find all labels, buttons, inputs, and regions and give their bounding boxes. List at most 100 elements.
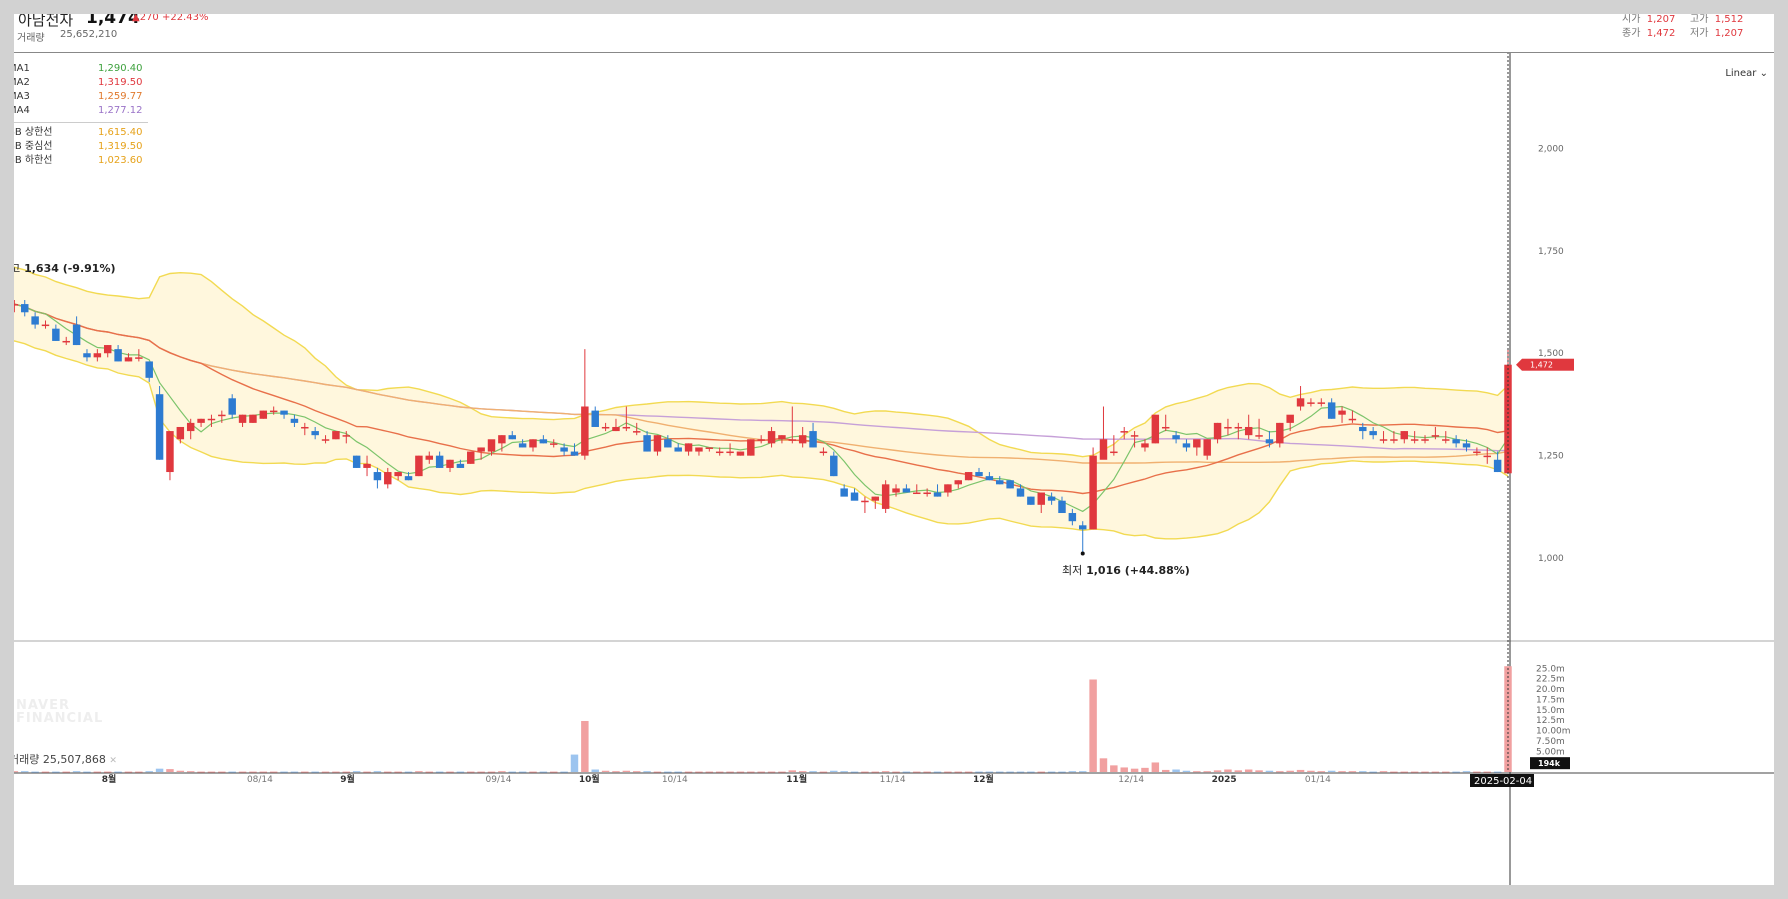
volume-bar[interactable]	[1442, 771, 1450, 773]
candle-body[interactable]	[1110, 451, 1118, 454]
volume-bar[interactable]	[415, 771, 423, 773]
volume-bar[interactable]	[726, 771, 734, 773]
volume-bar[interactable]	[560, 771, 568, 773]
volume-bar[interactable]	[1006, 771, 1014, 773]
candle-body[interactable]	[52, 328, 60, 341]
candle-body[interactable]	[1182, 443, 1191, 448]
volume-bar[interactable]	[301, 771, 309, 773]
volume-bar[interactable]	[487, 771, 496, 773]
candle-body[interactable]	[798, 435, 807, 444]
candle-body[interactable]	[736, 451, 745, 456]
candle-body[interactable]	[1359, 426, 1367, 432]
candle-body[interactable]	[467, 451, 475, 464]
volume-bar[interactable]	[290, 771, 299, 773]
volume-bar[interactable]	[1120, 767, 1128, 772]
volume-bar[interactable]	[435, 771, 444, 773]
candle-body[interactable]	[197, 418, 205, 423]
volume-bar[interactable]	[871, 771, 880, 773]
candle-body[interactable]	[1276, 422, 1284, 444]
volume-bar[interactable]	[1161, 769, 1170, 772]
candle-body[interactable]	[1493, 459, 1502, 473]
candle-body[interactable]	[861, 500, 869, 503]
candle-body[interactable]	[1265, 439, 1274, 444]
volume-bar[interactable]	[1193, 771, 1201, 773]
candle-body[interactable]	[788, 439, 797, 441]
candle-body[interactable]	[363, 463, 371, 468]
candle-body[interactable]	[622, 426, 631, 429]
volume-bar[interactable]	[394, 771, 402, 773]
volume-bar[interactable]	[259, 771, 268, 773]
volume-bar[interactable]	[197, 771, 205, 773]
volume-bar[interactable]	[311, 771, 319, 773]
volume-bar[interactable]	[1234, 770, 1243, 772]
candle-body[interactable]	[1338, 410, 1346, 415]
volume-bar[interactable]	[83, 771, 91, 773]
volume-bar[interactable]	[176, 770, 185, 772]
candle-body[interactable]	[114, 349, 122, 362]
volume-bar[interactable]	[1068, 771, 1077, 773]
volume-bar[interactable]	[1462, 771, 1471, 773]
volume-bar[interactable]	[269, 771, 278, 773]
candle-body[interactable]	[1068, 513, 1077, 522]
candle-body[interactable]	[643, 435, 651, 452]
volume-bar[interactable]	[664, 771, 672, 773]
volume-bar[interactable]	[404, 771, 413, 773]
candle-body[interactable]	[954, 480, 962, 485]
candle-body[interactable]	[632, 431, 641, 433]
volume-bar[interactable]	[975, 771, 983, 773]
candle-body[interactable]	[1016, 488, 1025, 497]
candle-body[interactable]	[1234, 426, 1243, 429]
volume-bar[interactable]	[954, 771, 962, 773]
candle-body[interactable]	[384, 472, 392, 485]
candle-body[interactable]	[1255, 435, 1263, 437]
volume-bar[interactable]	[72, 771, 81, 773]
volume-bar[interactable]	[31, 771, 39, 773]
volume-bar[interactable]	[612, 771, 620, 773]
candle-body[interactable]	[228, 398, 236, 415]
volume-bar[interactable]	[1473, 771, 1481, 773]
volume-bar[interactable]	[1213, 770, 1222, 772]
volume-bar[interactable]	[14, 771, 19, 773]
candle-body[interactable]	[1327, 402, 1336, 419]
volume-bar[interactable]	[1255, 770, 1263, 772]
candle-body[interactable]	[415, 455, 423, 477]
candle-body[interactable]	[301, 426, 309, 429]
volume-bar[interactable]	[352, 771, 361, 773]
candle-body[interactable]	[944, 484, 952, 493]
volume-bar[interactable]	[186, 771, 195, 773]
candle-body[interactable]	[757, 439, 765, 441]
close-icon[interactable]: ✕	[109, 756, 117, 766]
candle-body[interactable]	[41, 324, 50, 327]
volume-bar[interactable]	[518, 771, 527, 773]
volume-bar[interactable]	[736, 771, 745, 773]
volume-bar[interactable]	[62, 771, 70, 773]
volume-bar[interactable]	[1483, 771, 1491, 773]
volume-bar[interactable]	[581, 720, 589, 772]
candle-body[interactable]	[674, 447, 682, 452]
volume-bar[interactable]	[1151, 762, 1160, 772]
volume-bar[interactable]	[798, 771, 807, 773]
candle-body[interactable]	[14, 304, 19, 306]
candle-body[interactable]	[1203, 439, 1211, 456]
candle-body[interactable]	[560, 447, 568, 452]
candle-body[interactable]	[747, 439, 755, 456]
candle-body[interactable]	[913, 492, 921, 495]
candle-body[interactable]	[1369, 431, 1377, 436]
candle-body[interactable]	[1410, 439, 1419, 441]
volume-bar[interactable]	[892, 771, 900, 773]
volume-bar[interactable]	[155, 768, 164, 772]
volume-bar[interactable]	[778, 771, 786, 773]
volume-bar[interactable]	[684, 771, 693, 773]
volume-bar[interactable]	[1338, 771, 1346, 773]
volume-bar[interactable]	[373, 771, 382, 773]
volume-bar[interactable]	[570, 754, 579, 772]
candle-body[interactable]	[923, 492, 931, 495]
volume-bar[interactable]	[695, 771, 703, 773]
volume-bar[interactable]	[819, 771, 828, 773]
candle-body[interactable]	[218, 414, 226, 417]
candle-body[interactable]	[767, 431, 776, 444]
volume-bar[interactable]	[1265, 770, 1274, 772]
volume-bar[interactable]	[1027, 771, 1035, 773]
volume-bar[interactable]	[1078, 771, 1087, 773]
candle-body[interactable]	[1151, 414, 1160, 444]
